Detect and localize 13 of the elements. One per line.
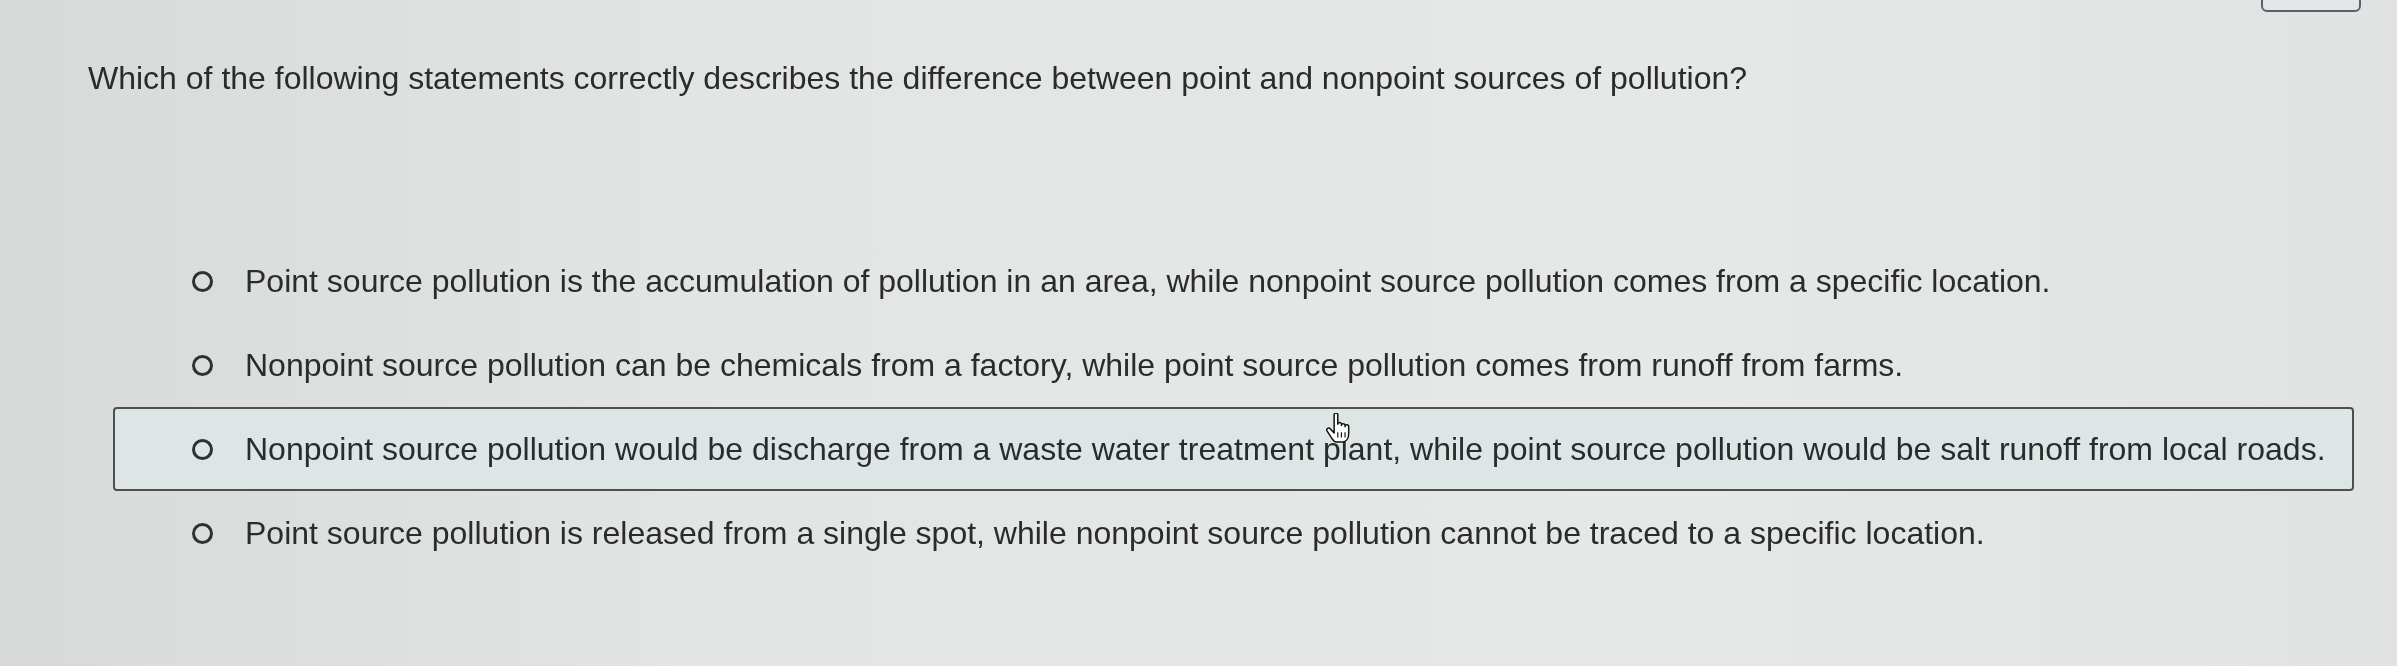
question-text: Which of the following statements correctly describes the difference between point and nonpoint sources of pollution? <box>88 59 1748 97</box>
option-text: Point source pollution is the accumulation of pollution in an area, while nonpoint source pollution comes from a specific location. <box>245 262 2051 300</box>
radio-button[interactable] <box>192 354 213 376</box>
radio-button[interactable] <box>192 270 213 292</box>
answer-option[interactable]: Point source pollution is the accumulation of pollution in an area, while nonpoint source pollution comes from a specific location. <box>113 239 2354 323</box>
answer-option[interactable]: Nonpoint source pollution would be discharge from a waste water treatment plant, while point source pollution would be salt runoff from local roads. <box>113 407 2354 491</box>
answer-option[interactable]: Nonpoint source pollution can be chemicals from a factory, while point source pollution comes from runoff from farms. <box>113 323 2354 407</box>
option-text: Nonpoint source pollution can be chemicals from a factory, while point source pollution comes from runoff from farms. <box>245 346 1904 384</box>
option-text: Nonpoint source pollution would be discharge from a waste water treatment plant, while point source pollution would be salt runoff from local roads. <box>245 430 2326 468</box>
radio-button[interactable] <box>192 438 213 460</box>
answer-option[interactable]: Point source pollution is released from a single spot, while nonpoint source pollution cannot be traced to a specific location. <box>113 491 2354 575</box>
radio-button[interactable] <box>192 522 213 544</box>
option-text: Point source pollution is released from a single spot, while nonpoint source pollution cannot be traced to a specific location. <box>245 514 1985 552</box>
